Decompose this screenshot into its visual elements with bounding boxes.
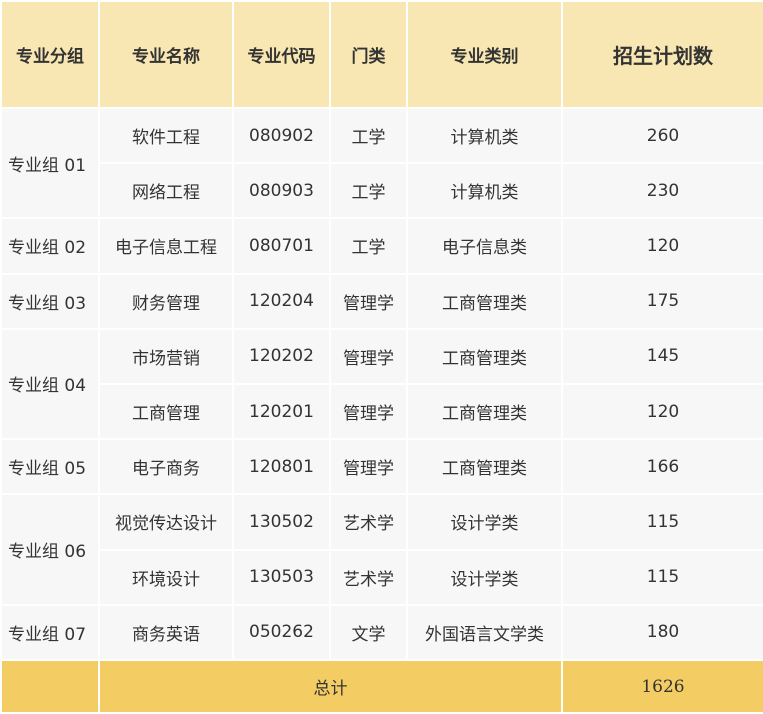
major-code-cell: 130503 xyxy=(232,548,331,606)
table-row: 专业组 06 视觉传达设计 130502 艺术学 设计学类 115 xyxy=(0,493,763,606)
category-cell: 艺术学 xyxy=(329,493,408,551)
enrollment-plan-table: 专业分组 专业名称 专业代码 门类 专业类别 招生计划数 专业组 01 软件工程… xyxy=(0,0,763,714)
major-class-cell: 设计学类 xyxy=(406,493,563,551)
category-cell: 工学 xyxy=(329,162,408,220)
group-cell: 专业组 04 xyxy=(0,327,100,441)
table-row: 专业组 03 财务管理 120204 管理学 工商管理类 175 xyxy=(0,272,763,330)
table-row: 环境设计 130503 艺术学 设计学类 115 xyxy=(1,548,763,606)
major-code-cell: 120204 xyxy=(232,272,331,330)
category-cell: 管理学 xyxy=(329,438,408,496)
header-plan-count: 招生计划数 xyxy=(561,0,763,109)
group-cell: 专业组 03 xyxy=(0,272,100,330)
table-body: 专业组 01 软件工程 080902 工学 计算机类 260 网络工程 0809… xyxy=(0,106,763,662)
group-cell: 专业组 01 xyxy=(0,106,100,220)
major-name-cell: 电子商务 xyxy=(98,438,234,496)
major-class-cell: 设计学类 xyxy=(406,548,563,606)
category-cell: 工学 xyxy=(329,217,408,275)
major-name-cell: 市场营销 xyxy=(98,327,234,385)
major-name-cell: 网络工程 xyxy=(98,162,234,220)
major-class-cell: 工商管理类 xyxy=(406,272,563,330)
total-row: 总计 1626 xyxy=(0,659,763,714)
header-major-name: 专业名称 xyxy=(98,0,234,109)
major-name-cell: 视觉传达设计 xyxy=(98,493,234,551)
major-name-cell: 工商管理 xyxy=(98,382,234,441)
group-cell: 专业组 05 xyxy=(0,438,100,496)
major-name-cell: 环境设计 xyxy=(98,548,234,606)
category-cell: 文学 xyxy=(329,603,408,662)
plan-count-cell: 120 xyxy=(561,382,763,441)
major-code-cell: 120202 xyxy=(232,327,331,385)
table-row: 专业组 07 商务英语 050262 文学 外国语言文学类 180 xyxy=(0,603,763,662)
total-value: 1626 xyxy=(561,659,763,714)
major-name-cell: 软件工程 xyxy=(98,106,234,165)
major-class-cell: 外国语言文学类 xyxy=(406,603,563,662)
table-row: 专业组 04 市场营销 120202 管理学 工商管理类 145 xyxy=(0,327,763,441)
plan-count-cell: 180 xyxy=(561,603,763,662)
plan-count-cell: 230 xyxy=(561,162,763,220)
table-row: 专业组 01 软件工程 080902 工学 计算机类 260 xyxy=(0,106,763,220)
plan-count-cell: 260 xyxy=(561,106,763,165)
major-class-cell: 工商管理类 xyxy=(406,438,563,496)
plan-count-cell: 175 xyxy=(561,272,763,330)
major-class-cell: 工商管理类 xyxy=(406,382,563,441)
total-label: 总计 xyxy=(98,659,563,714)
header-row: 专业分组 专业名称 专业代码 门类 专业类别 招生计划数 xyxy=(0,0,763,109)
table-row: 工商管理 120201 管理学 工商管理类 120 xyxy=(1,382,763,441)
category-cell: 工学 xyxy=(329,106,408,165)
table-row: 网络工程 080903 工学 计算机类 230 xyxy=(1,162,763,220)
header-group: 专业分组 xyxy=(0,0,100,109)
major-name-cell: 财务管理 xyxy=(98,272,234,330)
group-cell: 专业组 02 xyxy=(0,217,100,275)
plan-count-cell: 166 xyxy=(561,438,763,496)
group-cell: 专业组 06 xyxy=(0,493,100,606)
major-class-cell: 电子信息类 xyxy=(406,217,563,275)
major-class-cell: 计算机类 xyxy=(406,106,563,165)
total-spacer-cell xyxy=(0,659,100,714)
plan-count-cell: 115 xyxy=(561,493,763,551)
table-row: 专业组 02 电子信息工程 080701 工学 电子信息类 120 xyxy=(0,217,763,275)
major-code-cell: 130502 xyxy=(232,493,331,551)
major-class-cell: 工商管理类 xyxy=(406,327,563,385)
header-major-class: 专业类别 xyxy=(406,0,563,109)
major-name-cell: 商务英语 xyxy=(98,603,234,662)
category-cell: 管理学 xyxy=(329,272,408,330)
table-header: 专业分组 专业名称 专业代码 门类 专业类别 招生计划数 xyxy=(0,0,763,109)
plan-count-cell: 120 xyxy=(561,217,763,275)
category-cell: 艺术学 xyxy=(329,548,408,606)
major-code-cell: 080903 xyxy=(232,162,331,220)
plan-count-cell: 145 xyxy=(561,327,763,385)
category-cell: 管理学 xyxy=(329,382,408,441)
table-footer: 总计 1626 xyxy=(0,659,763,714)
category-cell: 管理学 xyxy=(329,327,408,385)
major-code-cell: 120201 xyxy=(232,382,331,441)
major-code-cell: 080701 xyxy=(232,217,331,275)
major-code-cell: 050262 xyxy=(232,603,331,662)
group-cell: 专业组 07 xyxy=(0,603,100,662)
major-code-cell: 120801 xyxy=(232,438,331,496)
plan-count-cell: 115 xyxy=(561,548,763,606)
major-code-cell: 080902 xyxy=(232,106,331,165)
table-row: 专业组 05 电子商务 120801 管理学 工商管理类 166 xyxy=(0,438,763,496)
header-category: 门类 xyxy=(329,0,408,109)
major-class-cell: 计算机类 xyxy=(406,162,563,220)
header-major-code: 专业代码 xyxy=(232,0,331,109)
major-name-cell: 电子信息工程 xyxy=(98,217,234,275)
